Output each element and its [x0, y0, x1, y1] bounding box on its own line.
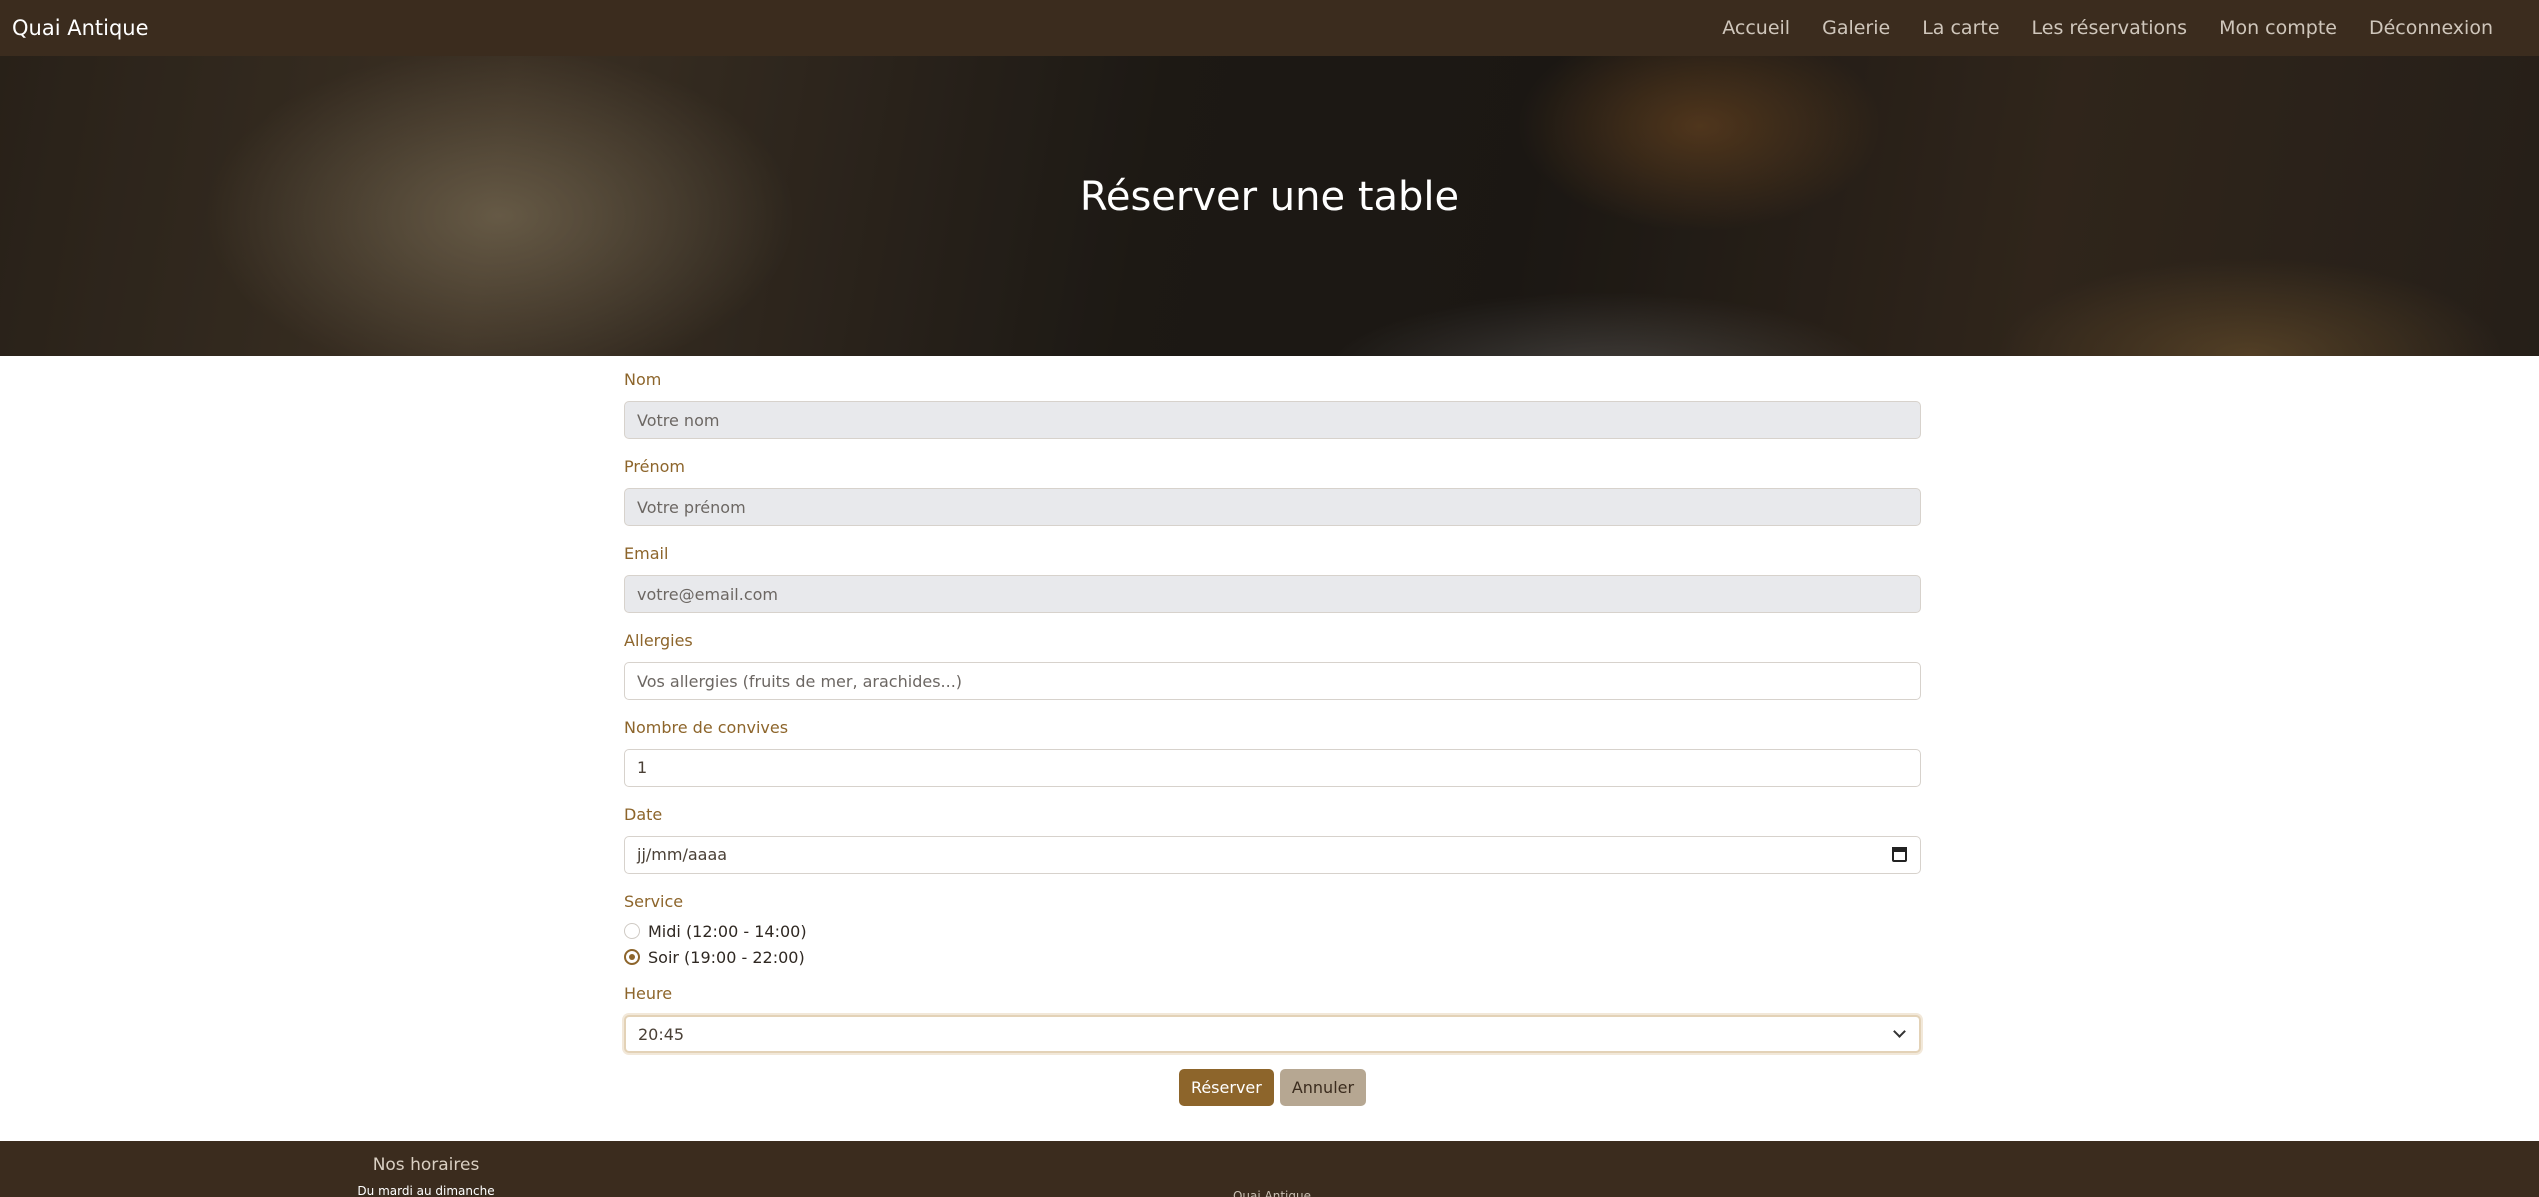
- reservation-form: Nom Prénom Email Allergies Nombre de con…: [624, 370, 1921, 1106]
- nav-links: Accueil Galerie La carte Les réservation…: [1706, 17, 2509, 39]
- nom-label: Nom: [624, 370, 662, 389]
- annuler-button[interactable]: Annuler: [1279, 1069, 1367, 1106]
- hero-banner: Réserver une table: [0, 56, 2539, 356]
- allergies-label: Allergies: [624, 631, 693, 650]
- radio-midi-label: Midi (12:00 - 14:00): [648, 921, 807, 941]
- heure-select-wrapper: 20:45: [624, 1015, 1921, 1053]
- allergies-group: Allergies: [624, 631, 1921, 700]
- convives-group: Nombre de convives 1: [624, 718, 1921, 787]
- footer-brand: Quai Antique: [1232, 1189, 1311, 1197]
- reserver-button[interactable]: Réserver: [1178, 1069, 1274, 1106]
- service-option-soir[interactable]: Soir (19:00 - 22:00): [624, 944, 1921, 970]
- convives-input[interactable]: 1: [624, 749, 1921, 787]
- nav-link-galerie[interactable]: Galerie: [1806, 17, 1906, 39]
- nav-link-accueil[interactable]: Accueil: [1706, 17, 1806, 39]
- navbar: Quai Antique Accueil Galerie La carte Le…: [0, 0, 2539, 56]
- nav-link-deconnexion[interactable]: Déconnexion: [2353, 17, 2509, 39]
- nom-input[interactable]: [624, 401, 1921, 439]
- footer: Nos horaires Du mardi au dimanche Quai A…: [0, 1141, 2539, 1197]
- prenom-input[interactable]: [624, 488, 1921, 526]
- radio-soir-label: Soir (19:00 - 22:00): [648, 947, 805, 967]
- radio-soir[interactable]: [624, 949, 640, 965]
- service-label: Service: [624, 892, 684, 911]
- service-group: Service Midi (12:00 - 14:00) Soir (19:00…: [624, 892, 1921, 970]
- prenom-group: Prénom: [624, 457, 1921, 526]
- nav-link-mon-compte[interactable]: Mon compte: [2203, 17, 2353, 39]
- date-input[interactable]: jj/mm/aaaa: [624, 836, 1921, 874]
- convives-label: Nombre de convives: [624, 718, 789, 737]
- service-option-midi[interactable]: Midi (12:00 - 14:00): [624, 918, 1921, 944]
- nav-link-reservations[interactable]: Les réservations: [2016, 17, 2204, 39]
- date-field-wrapper: jj/mm/aaaa: [624, 836, 1921, 874]
- nom-group: Nom: [624, 370, 1921, 439]
- page-title: Réserver une table: [1079, 174, 1460, 220]
- email-group: Email: [624, 544, 1921, 613]
- footer-hours-days: Du mardi au dimanche: [357, 1184, 495, 1197]
- brand-link[interactable]: Quai Antique: [12, 16, 149, 40]
- date-label: Date: [624, 805, 663, 824]
- calendar-icon[interactable]: [1892, 847, 1907, 862]
- email-input[interactable]: [624, 575, 1921, 613]
- heure-select[interactable]: 20:45: [624, 1015, 1921, 1053]
- heure-group: Heure 20:45: [624, 984, 1921, 1053]
- date-group: Date jj/mm/aaaa: [624, 805, 1921, 874]
- prenom-label: Prénom: [624, 457, 685, 476]
- footer-hours-title: Nos horaires: [372, 1155, 480, 1175]
- radio-midi[interactable]: [624, 923, 640, 939]
- email-label: Email: [624, 544, 669, 563]
- form-actions: Réserver Annuler: [624, 1069, 1921, 1106]
- heure-label: Heure: [624, 984, 673, 1003]
- nav-link-la-carte[interactable]: La carte: [1906, 17, 2015, 39]
- allergies-input[interactable]: [624, 662, 1921, 700]
